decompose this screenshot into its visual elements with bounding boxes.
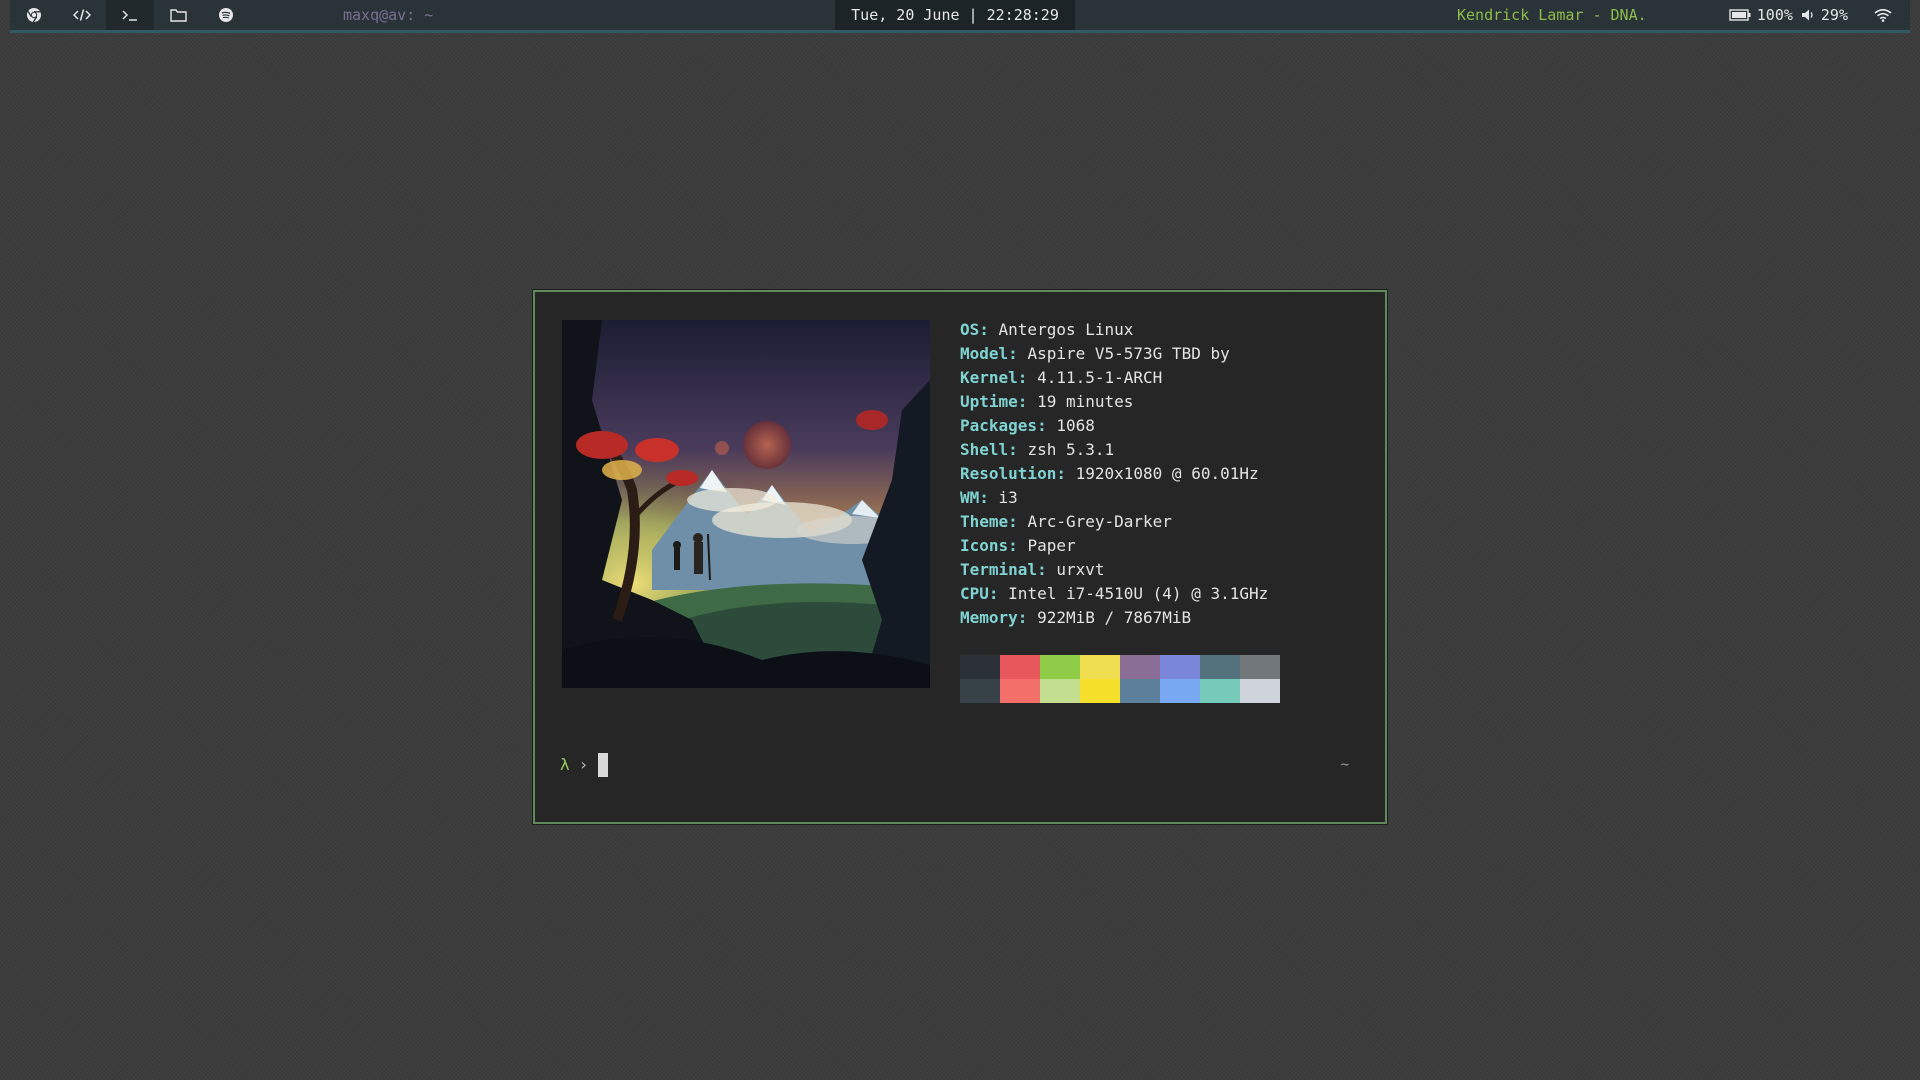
window-title: maxq@av: ~ xyxy=(343,6,434,24)
workspace-files[interactable] xyxy=(154,0,202,30)
color-swatch-normal-3 xyxy=(1080,655,1120,679)
workspace-code[interactable] xyxy=(58,0,106,30)
info-row-model: Model: Aspire V5-573G TBD by xyxy=(960,344,1230,363)
info-row-uptime: Uptime: 19 minutes xyxy=(960,392,1134,411)
folder-icon xyxy=(169,9,187,22)
color-swatch-bright-7 xyxy=(1240,679,1280,703)
prompt-symbol: λ xyxy=(560,755,570,774)
info-row-cpu: CPU: Intel i7-4510U (4) @ 3.1GHz xyxy=(960,584,1269,603)
color-swatch-bright-6 xyxy=(1200,679,1240,703)
battery-icon xyxy=(1729,9,1751,21)
code-icon xyxy=(73,9,91,21)
terminal-window[interactable]: OS: Antergos Linux Model: Aspire V5-573G… xyxy=(533,290,1387,824)
color-swatch-bright-5 xyxy=(1160,679,1200,703)
top-bar: maxq@av: ~ Tue, 20 June | 22:28:29 Kendr… xyxy=(10,0,1910,33)
info-row-icons: Icons: Paper xyxy=(960,536,1076,555)
spotify-icon xyxy=(219,8,233,22)
prompt-arrow: › xyxy=(578,755,589,774)
workspace-terminal[interactable] xyxy=(106,0,154,30)
info-row-shell: Shell: zsh 5.3.1 xyxy=(960,440,1115,459)
shell-prompt[interactable]: λ › xyxy=(560,752,609,778)
battery-status[interactable]: 100% xyxy=(1729,6,1793,24)
date-time[interactable]: Tue, 20 June | 22:28:29 xyxy=(835,0,1075,30)
color-swatch-normal-0 xyxy=(960,655,1000,679)
color-swatch-bright-2 xyxy=(1040,679,1080,703)
color-swatch-bright-4 xyxy=(1120,679,1160,703)
battery-percent: 100% xyxy=(1756,6,1793,24)
info-row-packages: Packages: 1068 xyxy=(960,416,1095,435)
status-tray: 100% 29% xyxy=(1729,0,1892,30)
color-swatch-bright-1 xyxy=(1000,679,1040,703)
workspace-chrome[interactable] xyxy=(10,0,58,30)
now-playing[interactable]: Kendrick Lamar - DNA. xyxy=(1457,0,1647,30)
color-palette xyxy=(960,655,1280,703)
color-swatch-normal-4 xyxy=(1120,655,1160,679)
text-cursor[interactable] xyxy=(598,753,609,777)
prompt-right-cwd: ~ xyxy=(1340,757,1349,773)
chrome-icon xyxy=(27,8,41,23)
workspace-spotify[interactable] xyxy=(202,0,250,30)
ascii-art-image xyxy=(562,320,930,688)
color-swatch-normal-2 xyxy=(1040,655,1080,679)
wifi-icon[interactable] xyxy=(1874,8,1892,22)
color-swatch-bright-0 xyxy=(960,679,1000,703)
volume-status[interactable]: 29% xyxy=(1801,6,1848,24)
info-row-memory: Memory: 922MiB / 7867MiB xyxy=(960,608,1192,627)
terminal-icon xyxy=(122,10,137,21)
volume-percent: 29% xyxy=(1820,6,1848,24)
info-row-theme: Theme: Arc-Grey-Darker xyxy=(960,512,1172,531)
color-swatch-normal-7 xyxy=(1240,655,1280,679)
info-row-wm: WM: i3 xyxy=(960,488,1018,507)
info-row-os: OS: Antergos Linux xyxy=(960,320,1134,339)
color-swatch-bright-3 xyxy=(1080,679,1120,703)
volume-icon xyxy=(1801,9,1813,21)
info-row-resolution: Resolution: 1920x1080 @ 60.01Hz xyxy=(960,464,1259,483)
color-swatch-normal-5 xyxy=(1160,655,1200,679)
info-row-terminal: Terminal: urxvt xyxy=(960,560,1105,579)
color-swatch-normal-1 xyxy=(1000,655,1040,679)
system-info: OS: Antergos Linux Model: Aspire V5-573G… xyxy=(960,318,1268,630)
info-row-kernel: Kernel: 4.11.5-1-ARCH xyxy=(960,368,1163,387)
color-swatch-normal-6 xyxy=(1200,655,1240,679)
